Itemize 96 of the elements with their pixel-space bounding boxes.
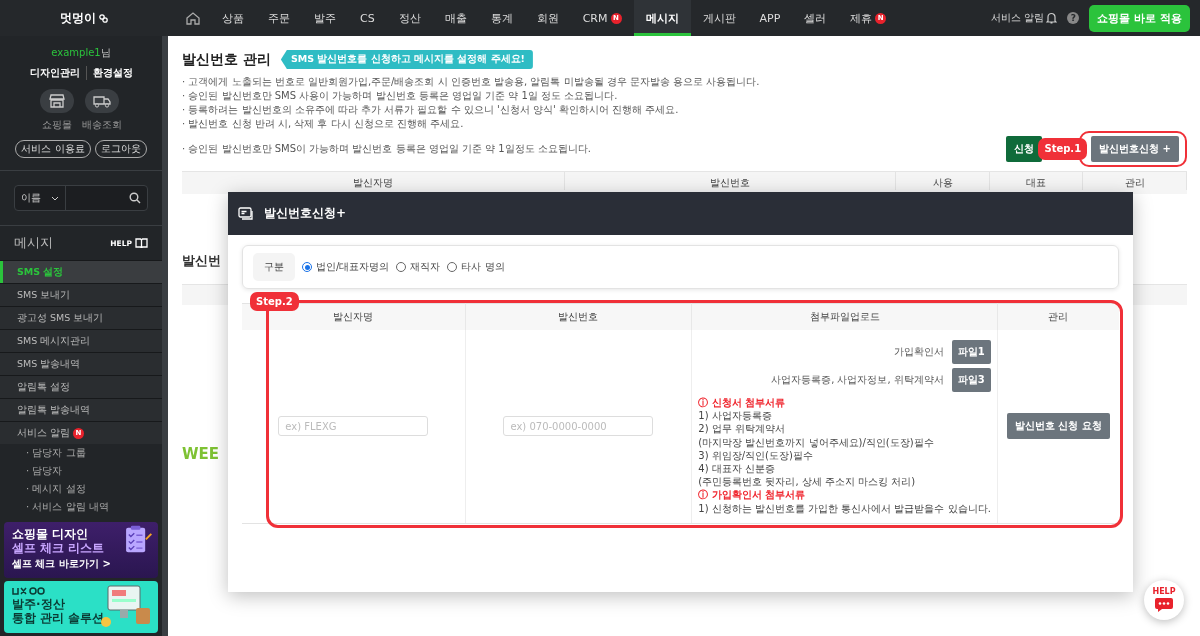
nav-tab[interactable]: 게시판 — [690, 0, 748, 36]
column-header: 발신자명 — [182, 172, 565, 190]
promo-banner[interactable]: 쇼핑몰 디자인 셀프 체크 리스트 셀프 체크 바로가기 > — [4, 522, 158, 578]
help-chat-button[interactable]: HELP — [1144, 580, 1184, 620]
book-icon[interactable] — [135, 238, 148, 248]
note-text: · 고객에게 노출되는 번호로 일반회원가입,주문/배송조회 시 인증번호 발송용, 알림톡 미발송될 경우 문자발송 용으로 사용됩니다. — [182, 75, 761, 89]
column-header: 대표 — [990, 172, 1083, 190]
guide-text: 2) 업무 위탁계약서 — [698, 422, 786, 436]
guide-text: 1) 사업자등록증 — [698, 409, 773, 423]
radio-option[interactable]: 타사 명의 — [447, 260, 505, 274]
note-text: · 등록하려는 발신번호의 소유주에 따라 추가 서류가 필요할 수 있으니 '신청서 양식' 확인하시어 진행해 주세요. — [182, 103, 680, 117]
service-alert-link[interactable]: 서비스 알림 — [991, 11, 1045, 25]
guide-text: (마지막장 발신번호까지 넣어주세요)/직인(도장)필수 — [698, 435, 935, 449]
nav-tab[interactable]: 상품 — [210, 0, 256, 36]
store-icon — [49, 94, 65, 108]
sidebar-submenu-item[interactable]: · 담당자 그룹 — [0, 444, 162, 462]
guide-text: 4) 대표자 신분증 — [698, 462, 776, 476]
column-header: 첨부파일업로드 — [691, 303, 998, 330]
sidebar-submenu-item[interactable]: · 메시지 설정 — [0, 480, 162, 498]
nav-tab[interactable]: 메시지 — [633, 0, 691, 36]
bell-icon[interactable] — [1046, 12, 1058, 24]
note-text: · 승인된 발신번호만 SMS이 가능하며 발신번호 등록은 영업일 기준 약 1일정도 소요됩니다. — [182, 142, 591, 156]
banner-headline: 통합 관리 솔루션 — [12, 611, 106, 626]
note-text: · 승인된 발신번호만 SMS 사용이 가능하며 발신번호 등록은 영업일 기준 약 1일 정도 소요됩니다. — [182, 89, 619, 103]
sidebar-link[interactable]: 환경설정 — [85, 66, 139, 80]
sidebar-menu-item[interactable]: 알림톡 발송내역 — [0, 398, 162, 421]
upload-label: 가입확인서 — [893, 345, 944, 359]
search-type-select[interactable]: 이름 — [15, 186, 66, 210]
user-greeting: example1님 — [50, 46, 112, 60]
sidebar-menu-item[interactable]: SMS 보내기 — [0, 283, 162, 306]
banner-headline: 셀프 체크 리스트 — [12, 541, 106, 556]
column-header: 관리 — [997, 303, 1119, 330]
shortcut-label: 배송조회 — [82, 118, 122, 132]
guide-heading: ⓘ 가입확인서 첨부서류 — [698, 488, 807, 502]
step-badge: Step.1 — [1038, 138, 1088, 160]
sidebar-submenu-item[interactable]: · 담당자 — [0, 462, 162, 480]
message-icon — [238, 207, 254, 220]
banner-link[interactable]: 셀프 체크 바로가기 > — [12, 556, 111, 571]
chat-bubble-icon — [1154, 596, 1174, 613]
shortcut-label: 쇼핑몰 — [42, 118, 72, 132]
help-icon[interactable]: ? — [1067, 12, 1080, 24]
nav-tab[interactable]: 발주 — [302, 0, 348, 36]
nav-tab[interactable]: 매출 — [432, 0, 479, 36]
sidebar-menu-item[interactable]: SMS 발송내역 — [0, 352, 162, 375]
apply-number-button[interactable]: 발신번호신청 + — [1091, 136, 1179, 162]
submit-request-button[interactable]: 발신번호 신청 요청 — [1006, 413, 1110, 440]
sidebar-link[interactable]: 디자인관리 — [23, 66, 86, 80]
promo-banner[interactable]: 발주·정산 통합 관리 솔루션 — [4, 581, 158, 633]
nav-tab[interactable]: 주문 — [256, 0, 302, 36]
nav-tab[interactable]: 정산 — [386, 0, 433, 36]
sidebar-menu-item[interactable]: SMS 메시지관리 — [0, 329, 162, 352]
file-button[interactable]: 파일3 — [951, 368, 991, 392]
nav-tab[interactable]: 통계 — [478, 0, 525, 36]
sidebar-menu-item[interactable]: 광고성 SMS 보내기 — [0, 306, 162, 329]
shortcut-button[interactable] — [40, 89, 74, 113]
column-header: 사용 — [896, 172, 990, 190]
upload-label: 사업자등록증, 사업자정보, 위탁계약서 — [771, 373, 944, 387]
truck-icon — [93, 94, 111, 108]
home-icon[interactable] — [186, 11, 200, 25]
banner-headline: 쇼핑몰 디자인 — [12, 528, 90, 542]
guide-text: 3) 위임장/직인(도장)필수 — [698, 448, 814, 462]
nav-tab[interactable]: CS — [348, 0, 387, 36]
link-icon — [99, 13, 108, 23]
category-label: 구분 — [253, 253, 295, 281]
column-header: 발신번호 — [565, 172, 896, 190]
callout-banner: SMS 발신번호를 신청하고 메시지를 설정해 주세요! — [280, 50, 533, 69]
column-header: 발신번호 — [465, 303, 692, 330]
file-button[interactable]: 파일1 — [951, 340, 991, 364]
brand-logo-icon — [12, 587, 46, 595]
section-title: 발신번 — [182, 252, 221, 270]
modal-title: 발신번호신청+ — [264, 205, 347, 222]
search-field[interactable]: 이름 — [14, 185, 148, 211]
shortcut-button[interactable] — [85, 89, 119, 113]
section-title: 메시지 — [14, 234, 53, 252]
nav-tab[interactable]: 셀러 — [792, 0, 839, 36]
brand-logo[interactable]: 멋멍이 — [60, 9, 96, 27]
page-title: 발신번호 관리 — [182, 50, 271, 69]
sender-name-field[interactable]: ex) FLEXG — [278, 416, 429, 437]
sidebar-submenu-item[interactable]: · 서비스 알림 내역 — [0, 498, 162, 516]
nav-tab[interactable]: 회원 — [524, 0, 571, 36]
brand-text: WEE — [182, 445, 220, 463]
sidebar-menu-item[interactable]: SMS 설정 — [0, 260, 162, 283]
radio-option[interactable]: 법인/대표자명의 — [302, 260, 390, 274]
column-header: 관리 — [1083, 172, 1187, 190]
chevron-down-icon — [51, 195, 59, 201]
form-button[interactable]: 신청 — [1006, 136, 1043, 162]
search-icon[interactable] — [129, 192, 141, 204]
guide-text: (주민등록번호 뒷자리, 상세 주소지 마스킹 처리) — [698, 475, 917, 489]
nav-tab[interactable]: APP — [747, 0, 793, 36]
guide-heading: ⓘ 신청서 첨부서류 — [698, 396, 787, 410]
sidebar-menu-item[interactable]: 알림톡 설정 — [0, 375, 162, 398]
note-text: · 발신번호 신청 반려 시, 삭제 후 다시 신청으로 진행해 주세요. — [182, 117, 465, 131]
radio-option[interactable]: 재직자 — [396, 260, 441, 274]
guide-text: 1) 신청하는 발신번호를 가입한 통신사에서 발급받을수 있습니다. — [698, 501, 991, 515]
sender-number-field[interactable]: ex) 070-0000-0000 — [503, 416, 654, 437]
banner-headline: 발주·정산 — [12, 598, 66, 612]
